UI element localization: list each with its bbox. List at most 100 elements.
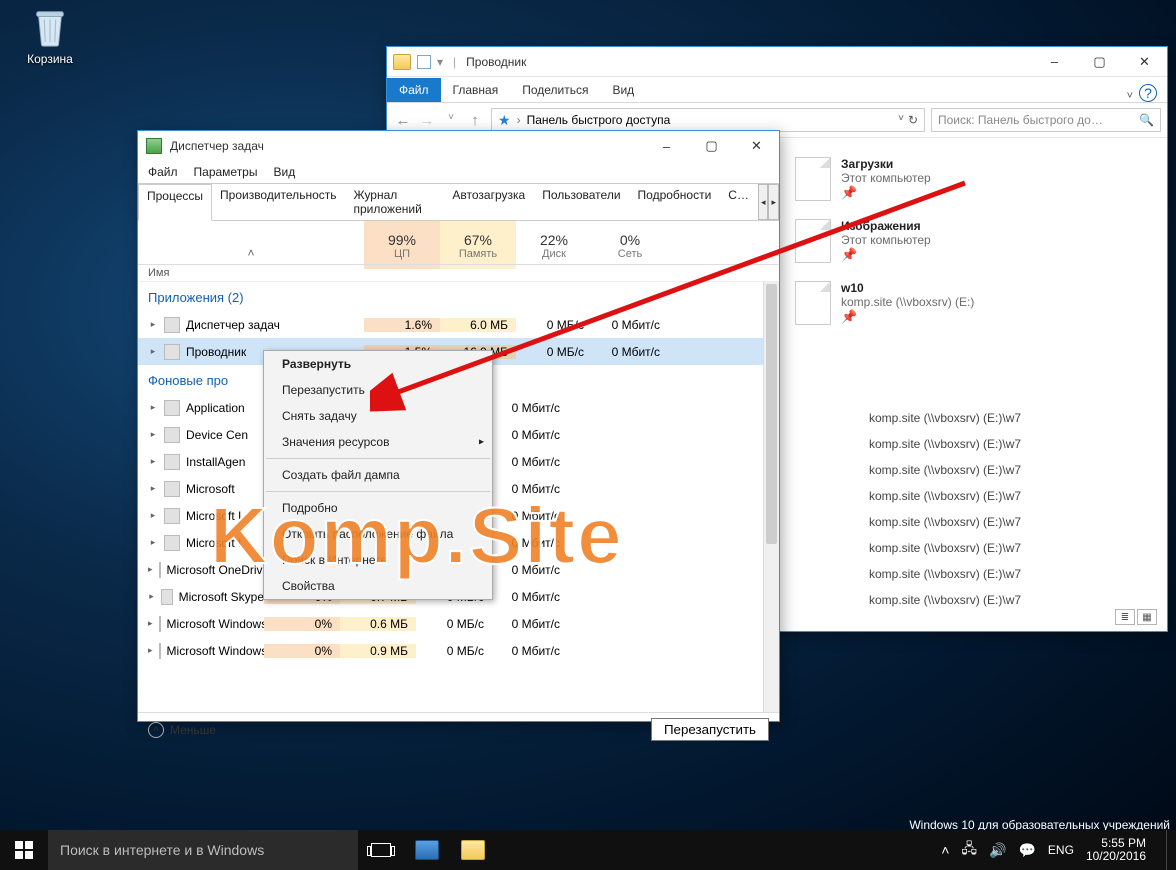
taskmgr-tab[interactable]: Производительность (212, 184, 345, 220)
explorer-search[interactable]: Поиск: Панель быстрого до… 🔍 (931, 108, 1161, 132)
taskmgr-tab[interactable]: С… (720, 184, 758, 220)
taskmgr-titlebar[interactable]: Диспетчер задач – ▢ ✕ (138, 131, 779, 161)
view-icons-icon[interactable]: ▦ (1137, 609, 1157, 625)
quick-access-item[interactable]: w10 komp.site (\\vboxsrv) (E:) 📌 (795, 281, 1159, 325)
minimize-button[interactable]: – (1032, 48, 1077, 76)
taskbar-app-explorer[interactable] (450, 830, 496, 870)
frequent-item[interactable]: komp.site (\\vboxsrv) (E:)\w7 (869, 457, 1159, 483)
context-menu-item[interactable]: Подробно (264, 495, 492, 521)
expand-icon[interactable]: ▸ (148, 456, 158, 467)
col-net[interactable]: 0% Сеть (592, 221, 668, 264)
frequent-item[interactable]: komp.site (\\vboxsrv) (E:)\w7 (869, 509, 1159, 535)
col-disk[interactable]: 22% Диск (516, 221, 592, 264)
taskmgr-tab[interactable]: Автозагрузка (444, 184, 534, 220)
context-menu-item[interactable]: Перезапустить (264, 377, 492, 403)
tray-network-icon[interactable]: 🖧 (961, 838, 977, 862)
expand-icon[interactable]: ▸ (148, 564, 153, 575)
expand-icon[interactable]: ▸ (148, 429, 158, 440)
menu-options[interactable]: Параметры (194, 165, 258, 179)
taskmgr-tab[interactable]: Процессы (138, 184, 212, 221)
process-row[interactable]: ▸ Диспетчер задач 1.6% 6.0 МБ 0 МБ/с 0 М… (138, 311, 779, 338)
nav-back-icon[interactable]: ← (393, 112, 413, 129)
address-root[interactable]: Панель быстрого доступа (527, 113, 671, 127)
quick-access-item[interactable]: Изображения Этот компьютер 📌 (795, 219, 1159, 263)
context-menu-item[interactable]: Свойства (264, 573, 492, 599)
taskmgr-tab[interactable]: Журнал приложений (346, 184, 445, 220)
process-row[interactable]: ▸ Microsoft Windows Search Filte… 0% 0.6… (138, 610, 779, 637)
restart-button[interactable]: Перезапустить (651, 718, 769, 741)
address-bar[interactable]: ★ › Панель быстрого доступа ˅ ↻ (491, 108, 925, 132)
nav-recent-icon[interactable]: ˅ (441, 112, 461, 129)
expand-icon[interactable]: ▸ (148, 510, 158, 521)
recycle-bin[interactable]: Корзина (16, 6, 84, 66)
context-menu-item[interactable]: Снять задачу (264, 403, 492, 429)
expand-icon[interactable]: ▸ (148, 591, 155, 602)
tray-chevron-icon[interactable]: ˄ (941, 842, 949, 858)
tray-volume-icon[interactable]: 🔊 (989, 842, 1006, 859)
close-button[interactable]: ✕ (734, 132, 779, 160)
close-button[interactable]: ✕ (1122, 48, 1167, 76)
tab-scroll-arrow[interactable]: ▸ (768, 184, 779, 220)
expand-icon[interactable]: ▸ (148, 537, 158, 548)
taskbar-search[interactable]: Поиск в интернете и в Windows (48, 830, 358, 870)
taskmgr-tabs: ПроцессыПроизводительностьЖурнал приложе… (138, 183, 779, 221)
col-name-label[interactable]: Имя (138, 265, 364, 281)
ribbon-file[interactable]: Файл (387, 78, 441, 102)
tray-notifications-icon[interactable]: 💬 (1018, 842, 1035, 859)
context-menu-item[interactable]: Значения ресурсов▸ (264, 429, 492, 455)
nav-up-icon[interactable]: ↑ (465, 112, 485, 129)
tab-scroll-arrow[interactable]: ◂ (758, 184, 769, 220)
qat-pin-icon[interactable]: ▾ (437, 55, 443, 69)
expand-icon[interactable]: ▸ (148, 618, 153, 629)
menu-file[interactable]: Файл (148, 165, 178, 179)
context-menu-item[interactable]: Поиск в Интернете (264, 547, 492, 573)
taskmgr-tab[interactable]: Пользователи (534, 184, 629, 220)
context-menu-item[interactable]: Открыть расположение файла (264, 521, 492, 547)
qat-box-icon[interactable] (417, 55, 431, 69)
help-icon[interactable]: ? (1139, 84, 1157, 102)
refresh-icon[interactable]: ↻ (908, 113, 918, 127)
expand-icon[interactable]: ▸ (148, 402, 158, 413)
frequent-item[interactable]: komp.site (\\vboxsrv) (E:)\w7 (869, 483, 1159, 509)
taskbar-app-security[interactable] (404, 830, 450, 870)
address-dropdown-icon[interactable]: ˅ (898, 113, 904, 127)
taskmgr-columns: ˄ 99% ЦП 67% Память 22% Диск 0% Сеть (138, 221, 779, 265)
expand-icon[interactable]: ▸ (148, 483, 158, 494)
fewer-details-button[interactable]: ˄ Меньше (148, 722, 216, 738)
start-button[interactable] (0, 830, 48, 870)
tray-clock[interactable]: 5:55 PM 10/20/2016 (1086, 837, 1154, 863)
minimize-button[interactable]: – (644, 132, 689, 160)
maximize-button[interactable]: ▢ (1077, 48, 1122, 76)
app-icon (164, 427, 180, 443)
frequent-item[interactable]: komp.site (\\vboxsrv) (E:)\w7 (869, 405, 1159, 431)
task-view-button[interactable] (358, 830, 404, 870)
col-memory[interactable]: 67% Память (440, 221, 516, 264)
maximize-button[interactable]: ▢ (689, 132, 734, 160)
col-cpu[interactable]: 99% ЦП (364, 221, 440, 264)
quick-access-item[interactable]: Загрузки Этот компьютер 📌 (795, 157, 1159, 201)
expand-icon[interactable]: ▸ (148, 319, 158, 330)
context-menu-item[interactable]: Создать файл дампа (264, 462, 492, 488)
nav-forward-icon[interactable]: → (417, 112, 437, 129)
scrollbar[interactable] (763, 282, 779, 712)
view-details-icon[interactable]: ≣ (1115, 609, 1135, 625)
ribbon-home[interactable]: Главная (441, 78, 511, 102)
ribbon-view[interactable]: Вид (600, 78, 646, 102)
frequent-item[interactable]: komp.site (\\vboxsrv) (E:)\w7 (869, 431, 1159, 457)
ribbon-expand-icon[interactable]: ˅ (1127, 90, 1133, 102)
scrollbar-thumb[interactable] (766, 284, 777, 544)
taskmgr-tab[interactable]: Подробности (630, 184, 721, 220)
menu-view[interactable]: Вид (273, 165, 295, 179)
process-row[interactable]: ▸ Microsoft Windows Search Prot… 0% 0.9 … (138, 637, 779, 664)
tray-language[interactable]: ENG (1048, 843, 1074, 857)
context-menu-item[interactable]: Развернуть (264, 351, 492, 377)
mem-cell: 6.0 МБ (440, 318, 516, 332)
file-icon (795, 281, 831, 325)
expand-icon[interactable]: ▸ (148, 346, 158, 357)
explorer-titlebar[interactable]: ▾ | Проводник – ▢ ✕ (387, 47, 1167, 77)
frequent-item[interactable]: komp.site (\\vboxsrv) (E:)\w7 (869, 535, 1159, 561)
show-desktop-button[interactable] (1166, 830, 1172, 870)
frequent-item[interactable]: komp.site (\\vboxsrv) (E:)\w7 (869, 561, 1159, 587)
expand-icon[interactable]: ▸ (148, 645, 153, 656)
ribbon-share[interactable]: Поделиться (510, 78, 600, 102)
